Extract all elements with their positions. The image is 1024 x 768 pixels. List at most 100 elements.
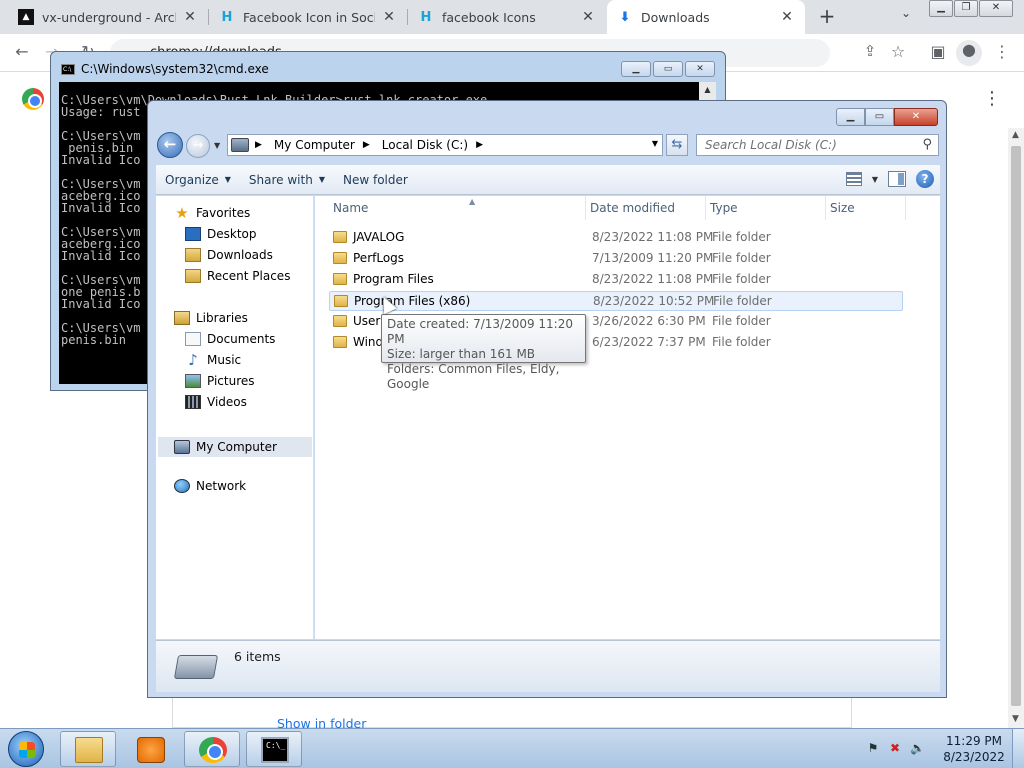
column-header-size[interactable]: Size xyxy=(826,196,906,220)
breadcrumb-arrow-icon[interactable]: ▶ xyxy=(476,140,483,150)
address-history-chevron-icon[interactable]: ▼ xyxy=(652,139,658,148)
clock[interactable]: 11:29 PM 8/23/2022 xyxy=(942,733,1006,765)
profile-avatar-icon[interactable]: ● xyxy=(956,40,982,66)
bookmark-star-icon[interactable]: ☆ xyxy=(886,42,910,64)
help-icon[interactable]: ? xyxy=(916,170,934,188)
scrollbar-thumb[interactable] xyxy=(1011,146,1021,706)
breadcrumb-arrow-icon[interactable]: ▶ xyxy=(255,140,262,150)
taskbar-media-player[interactable] xyxy=(122,731,178,767)
minimize-icon[interactable]: ▁ xyxy=(621,61,651,77)
restore-icon[interactable]: ❐ xyxy=(954,0,978,17)
nav-item-network[interactable]: Network xyxy=(174,479,246,493)
close-tab-icon[interactable]: ✕ xyxy=(182,9,198,25)
scroll-down-icon[interactable]: ▼ xyxy=(1012,714,1019,724)
tab-search-chevron-icon[interactable]: ⌄ xyxy=(896,6,916,26)
file-type: File folder xyxy=(712,272,771,286)
nav-item-recent-places[interactable]: Recent Places xyxy=(185,269,290,283)
nav-item-desktop[interactable]: Desktop xyxy=(185,227,257,241)
search-icon[interactable]: ⚲ xyxy=(922,137,932,152)
chevron-down-icon: ▼ xyxy=(318,175,325,184)
breadcrumb-my-computer[interactable]: My Computer ▶ xyxy=(268,138,376,152)
nav-item-videos[interactable]: Videos xyxy=(185,395,247,409)
view-options-chevron-icon[interactable]: ▼ xyxy=(872,175,878,184)
share-with-button[interactable]: Share with ▼ xyxy=(240,173,334,187)
folder-icon xyxy=(333,231,347,243)
column-label: Size xyxy=(830,201,855,215)
taskbar-chrome[interactable] xyxy=(184,731,240,767)
browser-tab-downloads[interactable]: ⬇ Downloads ✕ xyxy=(607,0,805,34)
change-view-icon[interactable] xyxy=(845,172,862,186)
close-icon[interactable]: ✕ xyxy=(685,61,715,77)
minimize-icon[interactable]: ▁ xyxy=(929,0,953,17)
volume-icon[interactable]: 🔈 xyxy=(910,741,925,755)
column-header-name[interactable]: Name ▲ xyxy=(329,196,586,220)
film-strip-icon xyxy=(185,395,201,409)
cmd-title: C:\Windows\system32\cmd.exe xyxy=(81,62,269,76)
search-placeholder: Search Local Disk (C:) xyxy=(705,138,837,152)
maximize-icon[interactable]: ▭ xyxy=(865,108,894,126)
address-bar[interactable]: ▶ My Computer ▶ Local Disk (C:) ▶ ▼ xyxy=(227,134,663,156)
table-row[interactable]: Program Files 8/23/2022 11:08 PM File fold… xyxy=(329,270,903,290)
side-panel-icon[interactable]: ▣ xyxy=(926,42,950,64)
network-error-icon[interactable]: ✖ xyxy=(888,741,902,755)
details-pane: 6 items xyxy=(156,640,940,692)
browser-tab-facebook-icons[interactable]: H facebook Icons ✕ xyxy=(408,0,606,34)
nav-item-my-computer[interactable]: My Computer xyxy=(158,437,312,457)
share-icon[interactable]: ⇪ xyxy=(858,42,882,64)
breadcrumb-arrow-icon[interactable]: ▶ xyxy=(363,140,370,150)
close-icon[interactable]: ✕ xyxy=(894,108,938,126)
nav-item-downloads[interactable]: Downloads xyxy=(185,248,273,262)
maximize-icon[interactable]: ▭ xyxy=(653,61,683,77)
nav-item-documents[interactable]: Documents xyxy=(185,332,275,346)
taskbar-explorer[interactable] xyxy=(60,731,116,767)
table-row[interactable]: Program Files (x86) 8/23/2022 10:52 PM Fil… xyxy=(329,291,903,311)
scroll-up-icon[interactable]: ▲ xyxy=(699,82,716,94)
nav-label: Favorites xyxy=(196,206,251,220)
taskbar-cmd[interactable]: C:\_ xyxy=(246,731,302,767)
new-tab-button[interactable]: + xyxy=(817,4,837,30)
organize-button[interactable]: Organize ▼ xyxy=(156,173,240,187)
browser-menu-icon[interactable]: ⋮ xyxy=(990,42,1014,64)
column-header-type[interactable]: Type xyxy=(706,196,826,220)
forward-arrow-icon[interactable]: → xyxy=(186,134,210,158)
explorer-window[interactable]: ▁ ▭ ✕ ← → ▼ ▶ My Computer ▶ Local Disk (C… xyxy=(147,100,947,698)
breadcrumb-local-disk[interactable]: Local Disk (C:) ▶ xyxy=(376,138,489,152)
table-row[interactable]: JAVALOG 8/23/2022 11:08 PM File folder xyxy=(329,228,903,248)
minimize-icon[interactable]: ▁ xyxy=(836,108,865,126)
nav-label: Documents xyxy=(207,332,276,346)
cmd-title-bar[interactable]: C:\ C:\Windows\system32\cmd.exe xyxy=(61,62,269,76)
column-header-date-modified[interactable]: Date modified xyxy=(586,196,706,220)
table-row[interactable]: PerfLogs 7/13/2009 11:20 PM File folder xyxy=(329,249,903,269)
item-count: 6 items xyxy=(234,649,281,664)
start-button[interactable] xyxy=(8,731,44,767)
new-folder-button[interactable]: New folder xyxy=(334,173,417,187)
show-desktop-button[interactable] xyxy=(1012,729,1024,768)
star-icon: ★ xyxy=(175,204,189,222)
close-tab-icon[interactable]: ✕ xyxy=(381,9,397,25)
file-type: File folder xyxy=(712,314,771,328)
file-date: 6/23/2022 7:37 PM xyxy=(592,335,706,349)
downloads-more-actions-icon[interactable]: ⋮ xyxy=(983,88,1001,110)
close-icon[interactable]: ✕ xyxy=(979,0,1013,17)
folder-icon xyxy=(333,336,347,348)
recent-pages-chevron-icon[interactable]: ▼ xyxy=(214,141,220,150)
back-arrow-icon[interactable]: ← xyxy=(157,132,183,158)
nav-item-pictures[interactable]: Pictures xyxy=(185,374,255,388)
preview-pane-icon[interactable] xyxy=(888,171,906,187)
close-tab-icon[interactable]: ✕ xyxy=(580,9,596,25)
scroll-up-icon[interactable]: ▲ xyxy=(1012,130,1019,140)
browser-tab-strip: ▲ vx-underground - Archive ✕ H Facebook … xyxy=(0,0,1024,34)
nav-item-favorites[interactable]: ★ Favorites xyxy=(174,204,251,222)
back-arrow-icon[interactable]: ← xyxy=(10,42,34,64)
nav-item-music[interactable]: ♪ Music xyxy=(185,351,241,369)
browser-tab-vx-underground[interactable]: ▲ vx-underground - Archive ✕ xyxy=(8,0,208,34)
browser-tab-facebook-icon-social[interactable]: H Facebook Icon in Social icons ✕ xyxy=(209,0,407,34)
refresh-button[interactable]: ⇆ xyxy=(666,134,688,156)
command-bar: Organize ▼ Share with ▼ New folder ▼ ? xyxy=(156,165,940,195)
search-input[interactable]: Search Local Disk (C:) ⚲ xyxy=(696,134,939,156)
nav-item-libraries[interactable]: Libraries xyxy=(174,311,248,325)
close-tab-icon[interactable]: ✕ xyxy=(779,9,795,25)
page-scrollbar[interactable]: ▲ ▼ xyxy=(1008,128,1024,728)
action-center-icon[interactable]: ⚑ xyxy=(866,741,880,755)
music-note-icon: ♪ xyxy=(188,351,198,369)
